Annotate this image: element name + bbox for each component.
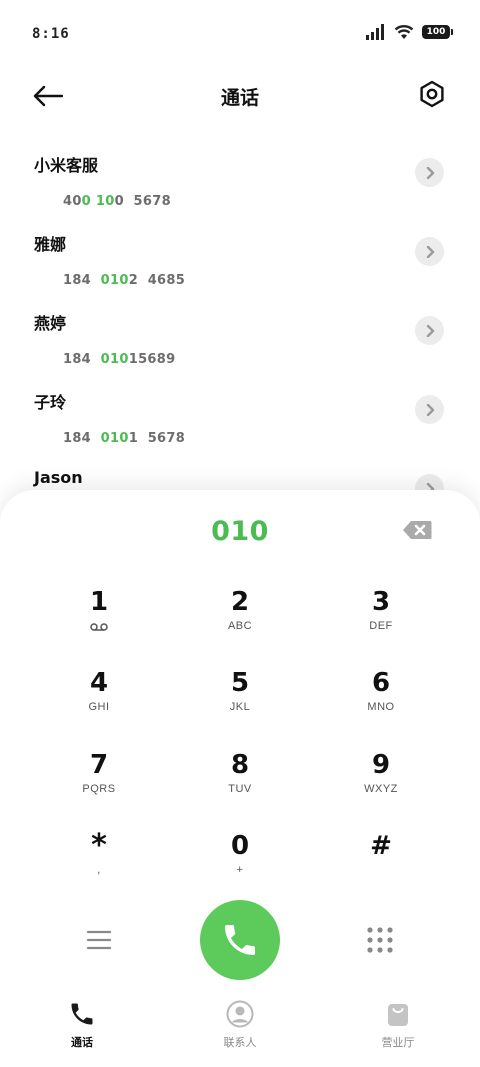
nav-item-calls[interactable]: 通话 xyxy=(22,1000,142,1050)
key-star[interactable]: * , xyxy=(29,830,169,910)
status-icons: 100 xyxy=(366,24,453,40)
key-7[interactable]: 7 PQRS xyxy=(29,749,169,829)
backspace-icon xyxy=(403,521,432,539)
key-2[interactable]: 2 ABC xyxy=(170,586,310,666)
signal-icon xyxy=(366,24,384,40)
key-digit: 1 xyxy=(89,587,109,617)
nav-label: 联系人 xyxy=(223,1036,257,1049)
contact-item[interactable]: 雅娜 184 0102 4685 xyxy=(0,219,480,298)
settings-button[interactable] xyxy=(414,76,450,112)
dialpad-sheet: 010 1 2 ABC 3 DEF 4 GHI 5 JKL 6 MNO 7 PQ… xyxy=(0,490,480,1067)
key-digit: 7 xyxy=(89,750,109,780)
contact-item[interactable]: 子玲 184 0101 5678 xyxy=(0,377,480,456)
key-letters: ABC xyxy=(227,620,253,632)
contact-list: 小米客服 400 100 5678 雅娜 184 0102 4685 燕婷 18… xyxy=(0,140,480,535)
key-letters: + xyxy=(236,864,244,876)
menu-icon xyxy=(86,930,112,950)
key-digit: 9 xyxy=(371,750,391,780)
key-digit: 0 xyxy=(230,831,250,861)
key-letters: WXYZ xyxy=(364,783,398,795)
chevron-right-icon xyxy=(426,245,434,258)
nav-label: 营业厅 xyxy=(381,1036,415,1049)
phone-icon xyxy=(71,1003,93,1025)
key-5[interactable]: 5 JKL xyxy=(170,667,310,747)
chevron-right-icon xyxy=(426,403,434,416)
contact-number: 400 100 5678 xyxy=(62,194,171,209)
key-digit: 6 xyxy=(371,668,391,698)
page-title: 通话 xyxy=(220,87,259,109)
key-digit: # xyxy=(370,831,392,861)
key-3[interactable]: 3 DEF xyxy=(311,586,451,666)
key-letters: TUV xyxy=(228,783,252,795)
dialpad-grid-icon xyxy=(367,927,393,953)
contact-detail-button[interactable] xyxy=(415,237,444,266)
key-digit: 5 xyxy=(230,668,250,698)
key-letters: DEF xyxy=(369,620,393,632)
contact-name: Jason xyxy=(34,468,83,487)
key-digit: 3 xyxy=(371,587,391,617)
key-digit: 2 xyxy=(230,587,250,617)
person-icon xyxy=(226,1000,254,1028)
wifi-icon xyxy=(394,25,414,39)
contact-number: 184 0102 4685 xyxy=(62,273,186,288)
backspace-button[interactable] xyxy=(402,520,432,540)
chevron-right-icon xyxy=(426,166,434,179)
key-9[interactable]: 9 WXYZ xyxy=(311,749,451,829)
key-0[interactable]: 0 + xyxy=(170,830,310,910)
nav-item-contacts[interactable]: 联系人 xyxy=(180,1000,300,1050)
bottom-nav: 通话 联系人 营业厅 xyxy=(0,990,480,1067)
call-button[interactable] xyxy=(200,900,280,980)
chevron-right-icon xyxy=(426,324,434,337)
nav-item-service[interactable]: 营业厅 xyxy=(338,1000,458,1050)
contact-number: 184 0101 5678 xyxy=(62,431,186,446)
contact-item[interactable]: 小米客服 400 100 5678 xyxy=(0,140,480,219)
contact-name: 雅娜 xyxy=(34,235,67,254)
status-time: 8:16 xyxy=(32,26,70,42)
key-digit: 8 xyxy=(230,750,250,780)
contact-name: 子玲 xyxy=(34,393,67,412)
phone-icon xyxy=(225,925,255,955)
status-bar: 8:16 100 xyxy=(0,0,480,60)
key-letters: MNO xyxy=(367,701,395,713)
bag-icon xyxy=(388,1004,408,1026)
voicemail-icon xyxy=(90,623,108,631)
contact-item[interactable]: 燕婷 184 01015689 xyxy=(0,298,480,377)
contact-name: 小米客服 xyxy=(34,156,99,175)
key-4[interactable]: 4 GHI xyxy=(29,667,169,747)
key-digit: 4 xyxy=(89,668,109,698)
contact-detail-button[interactable] xyxy=(415,158,444,187)
key-letters: , xyxy=(97,864,101,876)
key-hash[interactable]: # xyxy=(311,830,451,910)
key-letters: JKL xyxy=(229,701,251,713)
contact-number: 184 01015689 xyxy=(62,352,176,367)
contact-name: 燕婷 xyxy=(34,314,67,333)
key-1[interactable]: 1 xyxy=(29,586,169,666)
key-8[interactable]: 8 TUV xyxy=(170,749,310,829)
contact-detail-button[interactable] xyxy=(415,316,444,345)
key-letters: PQRS xyxy=(82,783,116,795)
battery-icon: 100 xyxy=(422,25,453,39)
keypad-toggle-button[interactable] xyxy=(366,926,394,954)
key-digit: * xyxy=(91,828,107,863)
settings-icon xyxy=(420,80,444,108)
header: 通话 xyxy=(0,70,480,120)
contact-detail-button[interactable] xyxy=(415,395,444,424)
nav-label: 通话 xyxy=(71,1036,93,1049)
menu-button[interactable] xyxy=(84,928,114,952)
key-6[interactable]: 6 MNO xyxy=(311,667,451,747)
key-letters: GHI xyxy=(88,701,110,713)
dialpad-actions xyxy=(0,900,480,980)
